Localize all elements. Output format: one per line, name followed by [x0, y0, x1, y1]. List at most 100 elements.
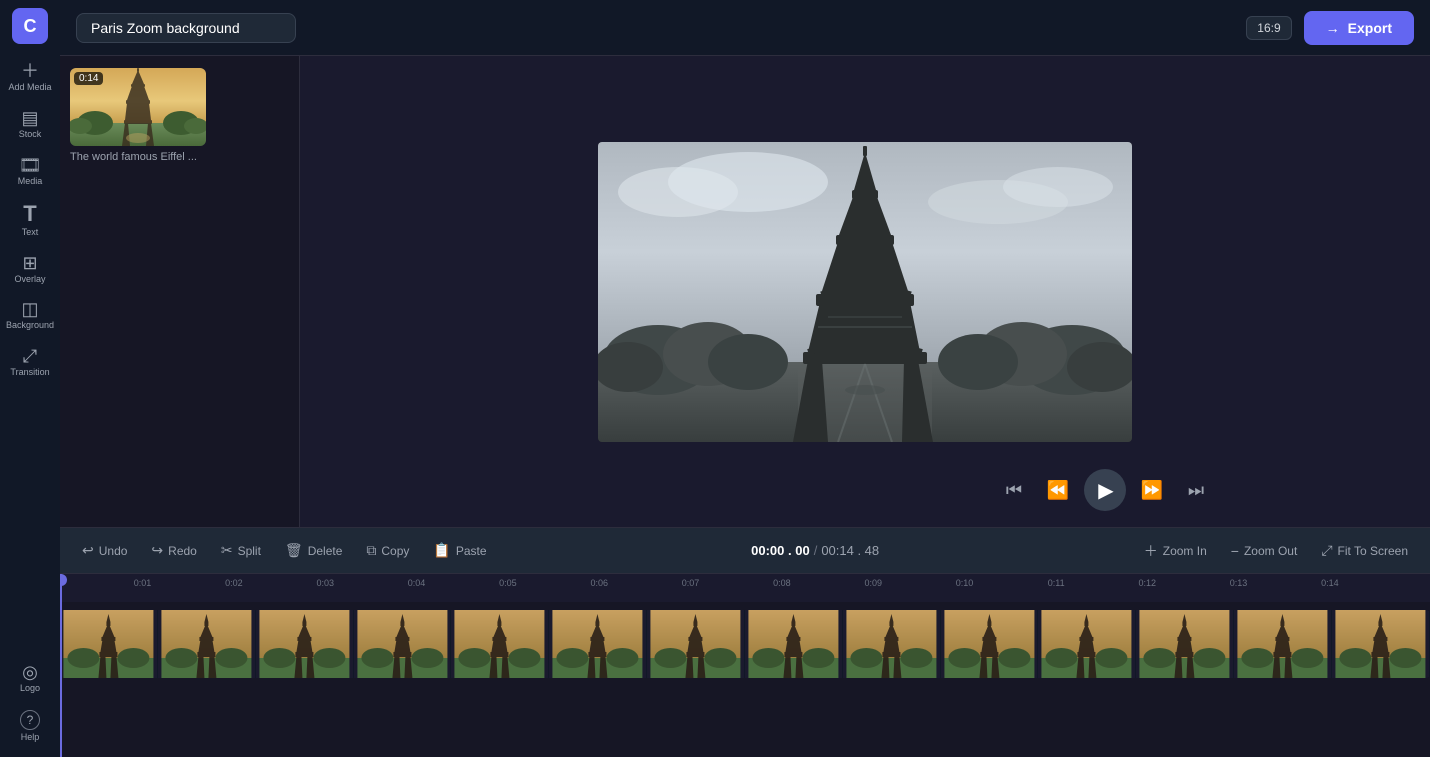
- ruler-container: 0:01 0:02 0:03 0:04 0:05 0:06 0:07 0:08 …: [60, 574, 1430, 602]
- sidebar-item-label: Add Media: [8, 83, 51, 93]
- timeline-section: ↩ Undo ↪ Redo ✂ Split 🗑 Delete ⧉ Copy 📋: [60, 527, 1430, 757]
- delete-icon: 🗑: [285, 542, 303, 559]
- split-button[interactable]: ✂ Split: [211, 537, 271, 564]
- sidebar: C ＋ Add Media ▤ Stock 🎞 Media T Text ⊞ O…: [0, 0, 60, 757]
- track-frame: [1136, 610, 1234, 678]
- rewind-icon: ⏪: [1047, 480, 1069, 501]
- track-frame: [745, 610, 843, 678]
- overlay-icon: ⊞: [22, 254, 37, 272]
- zoom-in-label: Zoom In: [1163, 544, 1207, 558]
- track-frame: [158, 610, 256, 678]
- skip-back-button[interactable]: ⏮: [996, 472, 1032, 508]
- track-frame: [941, 610, 1039, 678]
- split-icon: ✂: [221, 542, 233, 559]
- track-frame: [1038, 610, 1136, 678]
- play-icon: ▶: [1098, 478, 1113, 503]
- split-label: Split: [238, 544, 261, 558]
- delete-button[interactable]: 🗑 Delete: [275, 537, 352, 564]
- time-current: 00:00 . 00: [751, 543, 810, 558]
- redo-label: Redo: [168, 544, 197, 558]
- sidebar-item-label: Overlay: [14, 275, 45, 285]
- sidebar-item-help[interactable]: ? Help: [4, 704, 56, 749]
- track-frame: [843, 610, 941, 678]
- skip-forward-button[interactable]: ⏭: [1178, 472, 1214, 508]
- track-frame: [451, 610, 549, 678]
- text-icon: T: [23, 203, 36, 225]
- zoom-in-button[interactable]: ＋ Zoom In: [1134, 536, 1217, 566]
- track-frame: [60, 610, 158, 678]
- rewind-button[interactable]: ⏪: [1040, 472, 1076, 508]
- export-label: Export: [1348, 20, 1392, 36]
- zoom-in-icon: ＋: [1144, 541, 1158, 561]
- background-icon: ◫: [21, 300, 38, 318]
- paste-button[interactable]: 📋 Paste: [423, 537, 496, 564]
- time-total: 00:14 . 48: [821, 543, 879, 558]
- export-button[interactable]: → Export: [1304, 11, 1414, 45]
- delete-label: Delete: [308, 544, 343, 558]
- copy-label: Copy: [381, 544, 409, 558]
- project-name-input[interactable]: [76, 13, 296, 43]
- media-item-title: The world famous Eiffel ...: [70, 151, 206, 163]
- sidebar-item-label: Media: [18, 177, 43, 187]
- track-frame: [549, 610, 647, 678]
- aspect-ratio-badge: 16:9: [1246, 16, 1291, 40]
- sidebar-item-label: Help: [21, 733, 40, 743]
- track-frames: [60, 610, 1430, 678]
- media-thumbnail[interactable]: 0:14: [70, 68, 206, 146]
- sidebar-item-label: Text: [22, 228, 39, 238]
- stock-icon: ▤: [21, 109, 38, 127]
- sidebar-item-background[interactable]: ◫ Background: [4, 294, 56, 337]
- fast-forward-button[interactable]: ⏩: [1134, 472, 1170, 508]
- logo-icon: ◎: [22, 663, 38, 681]
- track-frame: [647, 610, 745, 678]
- redo-icon: ↪: [151, 542, 163, 559]
- preview-canvas: [598, 142, 1132, 442]
- media-panel: 0:14 The world famous Eiffel ...: [60, 56, 300, 527]
- undo-button[interactable]: ↩ Undo: [72, 537, 137, 564]
- track-frame: [256, 610, 354, 678]
- export-icon: →: [1326, 20, 1340, 36]
- timeline-ruler: 0:01 0:02 0:03 0:04 0:05 0:06 0:07 0:08 …: [60, 574, 1430, 602]
- content-area: 0:14 The world famous Eiffel ...: [60, 56, 1430, 527]
- sidebar-item-text[interactable]: T Text: [4, 197, 56, 244]
- zoom-out-icon: −: [1231, 543, 1239, 559]
- sidebar-item-label: Stock: [19, 130, 42, 140]
- sidebar-item-logo[interactable]: ◎ Logo: [4, 657, 56, 700]
- sidebar-item-media[interactable]: 🎞 Media: [4, 150, 56, 193]
- sidebar-item-overlay[interactable]: ⊞ Overlay: [4, 248, 56, 291]
- app-logo[interactable]: C: [12, 8, 48, 44]
- timeline-toolbar: ↩ Undo ↪ Redo ✂ Split 🗑 Delete ⧉ Copy 📋: [60, 528, 1430, 574]
- copy-icon: ⧉: [366, 542, 376, 559]
- playhead-bar: [60, 574, 62, 757]
- paste-label: Paste: [456, 544, 487, 558]
- play-button[interactable]: ▶: [1084, 469, 1126, 511]
- track-frame: [354, 610, 452, 678]
- sidebar-item-add-media[interactable]: ＋ Add Media: [4, 56, 56, 99]
- transition-icon: ⤢: [23, 347, 37, 365]
- header: 16:9 → Export: [60, 0, 1430, 56]
- track-frame: [1332, 610, 1430, 678]
- video-track[interactable]: [60, 610, 1430, 678]
- undo-icon: ↩: [82, 542, 94, 559]
- add-media-icon: ＋: [21, 62, 39, 80]
- sidebar-item-label: Transition: [10, 368, 49, 378]
- redo-button[interactable]: ↪ Redo: [141, 537, 206, 564]
- skip-back-icon: ⏮: [1006, 480, 1022, 501]
- zoom-out-label: Zoom Out: [1244, 544, 1297, 558]
- media-duration: 0:14: [74, 72, 103, 85]
- copy-button[interactable]: ⧉ Copy: [356, 537, 419, 564]
- zoom-out-button[interactable]: − Zoom Out: [1221, 538, 1308, 564]
- preview-image: [598, 142, 1132, 442]
- timeline-content: 0:01 0:02 0:03 0:04 0:05 0:06 0:07 0:08 …: [60, 574, 1430, 757]
- main-area: 16:9 → Export: [60, 0, 1430, 757]
- sidebar-item-transition[interactable]: ⤢ Transition: [4, 341, 56, 384]
- undo-label: Undo: [99, 544, 128, 558]
- header-right: 16:9 → Export: [1246, 11, 1414, 45]
- sidebar-item-label: Background: [6, 321, 54, 331]
- sidebar-item-stock[interactable]: ▤ Stock: [4, 103, 56, 146]
- sidebar-item-label: Logo: [20, 684, 40, 694]
- track-area: [60, 602, 1430, 757]
- fit-to-screen-button[interactable]: ⤢ Fit To Screen: [1311, 537, 1418, 564]
- paste-icon: 📋: [433, 542, 450, 559]
- playhead-line: [60, 574, 62, 757]
